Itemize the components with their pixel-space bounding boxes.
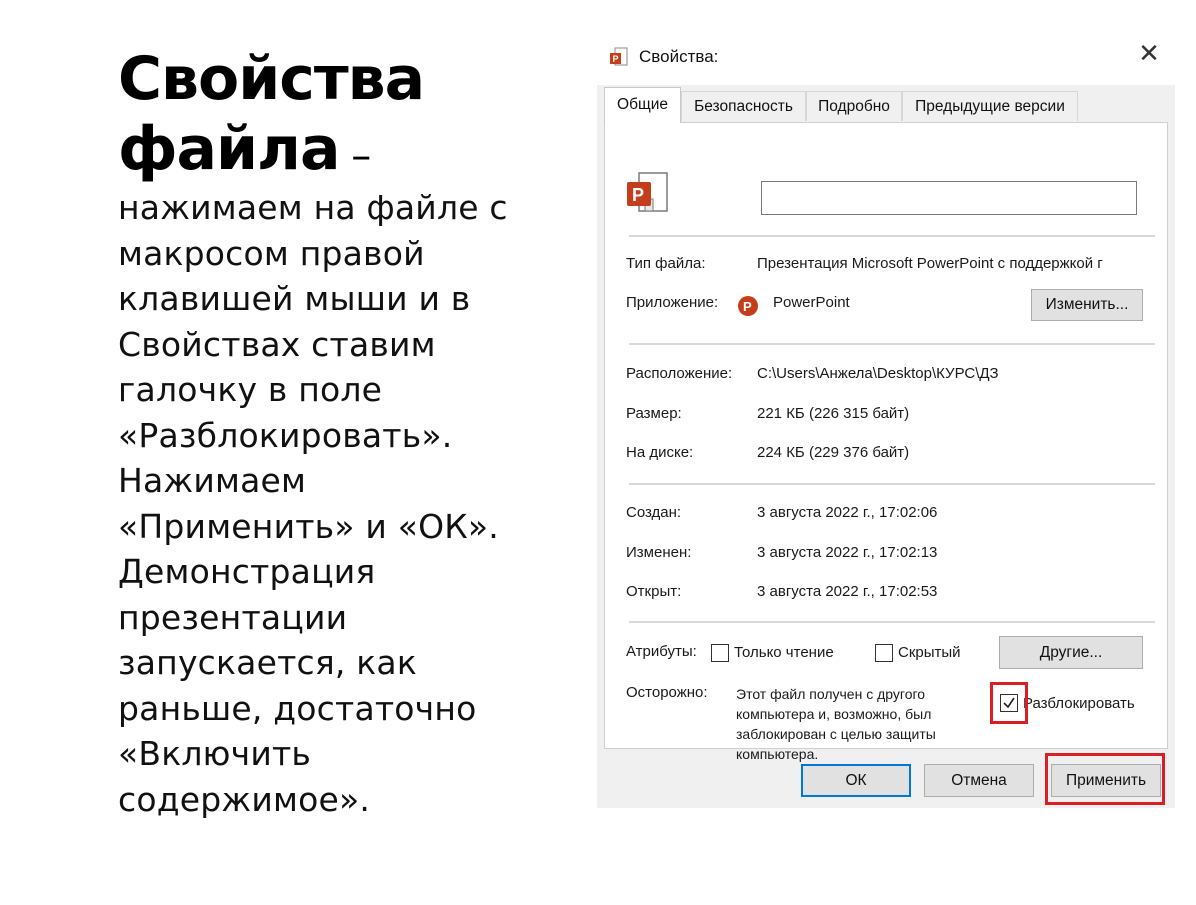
title-dash: – (339, 133, 371, 179)
slide-title-line2: файла – (118, 114, 568, 191)
cancel-button[interactable]: Отмена (924, 764, 1034, 797)
app-value: PowerPoint (773, 294, 850, 311)
powerpoint-file-icon: P (610, 47, 628, 66)
ok-button[interactable]: ОК (801, 764, 911, 797)
change-app-button[interactable]: Изменить... (1031, 289, 1143, 321)
separator (629, 621, 1155, 623)
created-value: 3 августа 2022 г., 17:02:06 (757, 504, 938, 521)
close-icon[interactable]: ✕ (1137, 41, 1161, 67)
svg-text:P: P (613, 54, 619, 64)
dialog-titlebar: P Свойства: ✕ (597, 30, 1175, 85)
opened-label: Открыт: (626, 583, 682, 600)
file-type-value: Презентация Microsoft PowerPoint с подде… (757, 255, 1103, 272)
svg-text:P: P (743, 299, 752, 314)
powerpoint-document-icon: P (627, 172, 668, 212)
readonly-checkbox[interactable] (711, 644, 729, 662)
app-label: Приложение: (626, 294, 719, 311)
tab-security[interactable]: Безопасность (681, 91, 806, 121)
filename-input[interactable] (761, 181, 1137, 215)
file-type-label: Тип файла: (626, 255, 706, 272)
powerpoint-app-icon: P (738, 296, 758, 316)
security-warning-text: Этот файл получен с другого компьютера и… (736, 686, 936, 762)
readonly-label: Только чтение (734, 644, 834, 661)
properties-dialog: P Свойства: ✕ Общие Безопасность Подробн… (597, 30, 1175, 808)
tab-details[interactable]: Подробно (806, 91, 902, 121)
modified-value: 3 августа 2022 г., 17:02:13 (757, 544, 938, 561)
dialog-title: Свойства: (639, 47, 719, 66)
unblock-label: Разблокировать (1023, 695, 1135, 712)
separator (629, 483, 1155, 485)
attributes-label: Атрибуты: (626, 643, 697, 660)
tab-previous-versions[interactable]: Предыдущие версии (902, 91, 1078, 121)
slide-title-line1: Свойства (118, 44, 425, 114)
size-label: Размер: (626, 405, 682, 422)
tab-general[interactable]: Общие (604, 87, 681, 123)
disk-size-label: На диске: (626, 444, 694, 461)
instruction-block: Свойства файла – нажимаем на файле с мак… (118, 44, 568, 822)
hidden-checkbox[interactable] (875, 644, 893, 662)
location-value: C:\Users\Анжела\Desktop\КУРС\ДЗ (757, 365, 999, 382)
instruction-text: нажимаем на файле с макросом правой клав… (118, 188, 508, 819)
created-label: Создан: (626, 504, 682, 521)
size-value: 221 КБ (226 315 байт) (757, 405, 910, 422)
hidden-label: Скрытый (898, 644, 961, 661)
separator (629, 343, 1155, 345)
apply-highlight (1045, 753, 1165, 805)
general-panel: P Тип файла: Презентация Microsoft Power… (604, 122, 1168, 762)
disk-size-value: 224 КБ (229 376 байт) (757, 444, 910, 461)
slide-title-word: файла (118, 114, 340, 184)
other-attributes-button[interactable]: Другие... (999, 636, 1143, 669)
unblock-highlight (990, 682, 1028, 724)
warning-label: Осторожно: (626, 684, 708, 701)
opened-value: 3 августа 2022 г., 17:02:53 (757, 583, 938, 600)
svg-text:P: P (632, 185, 644, 205)
separator (629, 235, 1155, 237)
location-label: Расположение: (626, 365, 733, 382)
modified-label: Изменен: (626, 544, 692, 561)
